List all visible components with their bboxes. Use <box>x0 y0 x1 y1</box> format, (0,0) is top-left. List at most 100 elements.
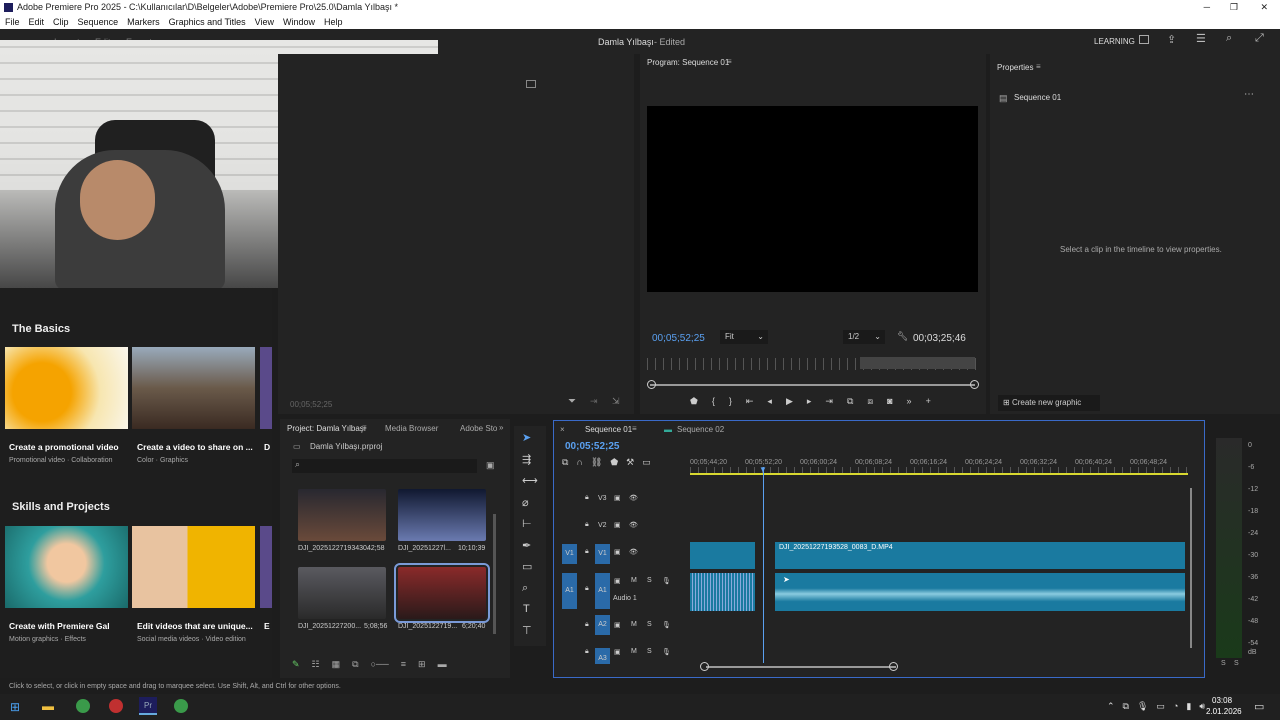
vertical-scrollbar[interactable] <box>1190 488 1192 648</box>
panel-toggle-icon[interactable] <box>526 80 536 88</box>
zoom-slider[interactable]: ○── <box>371 659 389 671</box>
program-scrollbar[interactable] <box>650 384 975 386</box>
wifi-icon[interactable]: ◔ <box>1173 701 1178 712</box>
sync-icon[interactable]: ▣ <box>614 648 621 656</box>
more-options-icon[interactable]: ⋯ <box>1244 89 1254 100</box>
sync-icon[interactable]: ▣ <box>614 548 621 556</box>
wrench-icon[interactable]: 🔧︎ <box>897 331 908 342</box>
display-icon[interactable]: ▭ <box>1156 701 1165 712</box>
tab-sequence-01[interactable]: Sequence 01 <box>585 425 632 434</box>
quality-select[interactable]: 1/2 ⌄ <box>843 330 885 344</box>
create-graphic-button[interactable]: ⊞ Create new graphic <box>998 395 1100 411</box>
battery-icon[interactable]: ▮ <box>1186 701 1191 712</box>
media-thumbnail[interactable] <box>298 567 386 619</box>
solo-button[interactable]: S <box>1221 660 1226 667</box>
mic-icon[interactable]: 🎙︎ <box>1137 701 1148 712</box>
solo-button[interactable]: S <box>647 648 652 655</box>
scroll-handle-left[interactable] <box>647 380 656 389</box>
eye-icon[interactable]: 👁︎ <box>629 548 638 556</box>
captions-icon[interactable]: ▭ <box>642 457 651 469</box>
filter-icon[interactable]: ⏷ <box>568 396 576 407</box>
chevron-up-icon[interactable]: ⌃ <box>1107 701 1115 712</box>
scroll-handle-right[interactable] <box>970 380 979 389</box>
project-search-input[interactable]: ⌕ <box>292 459 477 473</box>
media-thumbnail[interactable] <box>398 489 486 541</box>
video-clip-small[interactable] <box>690 542 755 569</box>
minimize-button[interactable]: ─ <box>1204 0 1210 15</box>
settings-icon[interactable]: ☰ <box>1196 32 1206 45</box>
clock-date[interactable]: 2.01.2026 <box>1206 707 1242 716</box>
mark-out-icon[interactable]: } <box>729 396 732 408</box>
video-clip-main[interactable]: DJI_20251227193528_0083_D.MP4 <box>775 542 1185 569</box>
learning-workspace[interactable]: LEARNING <box>1094 37 1135 46</box>
scroll-handle-right[interactable] <box>889 662 898 671</box>
eye-icon[interactable]: 👁︎ <box>629 494 638 502</box>
track-label-a2[interactable]: A2 <box>595 615 610 635</box>
fit-select[interactable]: Fit ⌄ <box>720 330 768 344</box>
volume-icon[interactable]: 🔊︎ <box>1199 701 1205 712</box>
go-to-out-icon[interactable]: ⇥ <box>825 396 833 408</box>
scroll-handle-left[interactable] <box>700 662 709 671</box>
sync-icon[interactable]: ▣ <box>614 521 621 529</box>
more-icon[interactable]: » <box>907 396 912 408</box>
close-button[interactable]: ✕ <box>1260 0 1268 15</box>
source-patch-a1[interactable]: A1 <box>562 573 577 609</box>
pencil-icon[interactable]: ✎ <box>292 659 300 671</box>
third-card-thumb[interactable] <box>260 526 272 608</box>
mute-button[interactable]: M <box>631 621 637 628</box>
menu-window[interactable]: Window <box>283 15 315 29</box>
lock-icon[interactable]: 🔒︎ <box>585 521 589 529</box>
sync-icon[interactable]: ▣ <box>614 577 621 585</box>
lock-icon[interactable]: 🔒︎ <box>585 648 589 656</box>
windows-start-icon[interactable]: ⊞ <box>10 700 20 714</box>
card-title[interactable]: Edit videos that are unique... <box>137 621 253 631</box>
freeform-view-icon[interactable]: ⧉ <box>352 659 358 671</box>
close-tab-icon[interactable]: × <box>560 425 565 434</box>
third-card-thumb[interactable] <box>260 347 272 429</box>
menu-clip[interactable]: Clip <box>53 15 69 29</box>
automate-icon[interactable]: ⊞ <box>418 659 426 671</box>
search-icon[interactable]: ⌕ <box>1226 32 1232 45</box>
card-title[interactable]: D <box>264 442 270 452</box>
mark-in-icon[interactable]: { <box>712 396 715 408</box>
lock-icon[interactable]: 🔒︎ <box>585 548 589 556</box>
project-scrollbar[interactable] <box>493 514 496 634</box>
track-select-icon[interactable]: ⇶ <box>522 453 531 466</box>
lift-icon[interactable]: ⧉ <box>847 396 853 408</box>
solo-button[interactable]: S <box>647 621 652 628</box>
icon-view-icon[interactable]: ▦ <box>332 659 341 671</box>
menu-sequence[interactable]: Sequence <box>78 15 119 29</box>
nest-icon[interactable]: ⧉ <box>562 457 568 469</box>
share-card-thumb[interactable] <box>132 347 255 429</box>
panel-menu-icon[interactable]: ≡ <box>1036 62 1041 71</box>
sync-icon[interactable]: ▣ <box>614 621 621 629</box>
premiere-gal-thumb[interactable] <box>5 526 128 608</box>
audio-clip-small[interactable] <box>690 573 755 611</box>
solo-button[interactable]: S <box>647 577 652 584</box>
lock-icon[interactable]: 🔒︎ <box>585 494 589 502</box>
zoom-icon[interactable]: ⌕ <box>522 582 528 595</box>
card-title[interactable]: Create a video to share on ... <box>137 442 253 452</box>
track-label-a1[interactable]: A1 <box>595 573 610 609</box>
mute-button[interactable]: M <box>631 648 637 655</box>
audio-clip-main[interactable] <box>775 573 1185 611</box>
mute-button[interactable]: M <box>631 577 637 584</box>
mic-icon[interactable]: 🎙︎ <box>662 621 671 629</box>
chrome-icon[interactable] <box>174 699 188 713</box>
step-forward-icon[interactable]: ▸ <box>807 396 812 408</box>
clock-time[interactable]: 03:08 <box>1212 696 1232 705</box>
insert-icon[interactable]: ⇥ <box>590 396 598 407</box>
menu-graphics[interactable]: Graphics and Titles <box>169 15 246 29</box>
wrench-icon[interactable]: ⚒ <box>626 457 634 469</box>
unique-videos-thumb[interactable] <box>132 526 255 608</box>
more-tabs-icon[interactable]: » <box>499 423 503 432</box>
track-label-v1[interactable]: V1 <box>595 544 610 564</box>
panel-menu-icon[interactable]: ≡ <box>727 57 732 66</box>
app-icon[interactable] <box>109 699 123 713</box>
slip-icon[interactable]: ⊢ <box>522 517 532 530</box>
maximize-button[interactable]: ❐ <box>1230 0 1238 15</box>
lock-icon[interactable]: 🔒︎ <box>585 621 589 629</box>
solo-button[interactable]: S <box>1234 660 1239 667</box>
notification-icon[interactable]: ▭ <box>1254 700 1264 713</box>
card-title[interactable]: Create a promotional video <box>9 442 119 452</box>
